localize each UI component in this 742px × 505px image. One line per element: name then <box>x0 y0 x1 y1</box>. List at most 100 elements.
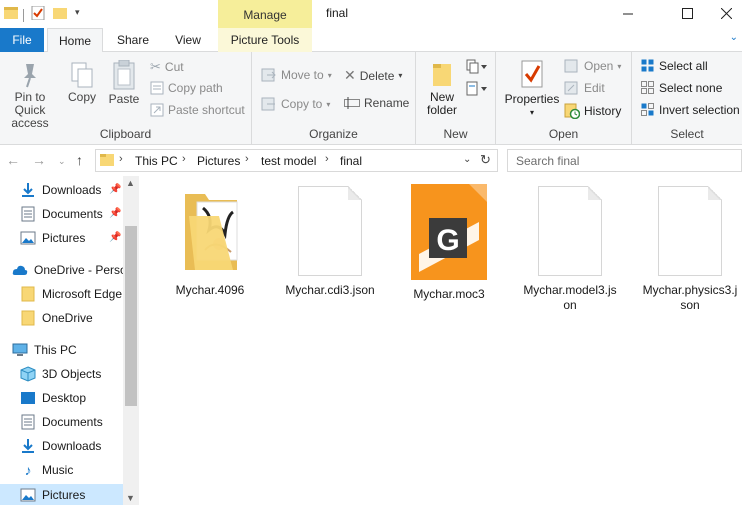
organize-group: Move to ▾ Copy to ▾ ✕ Delete ▾ Rename Or… <box>252 52 416 144</box>
pin-to-quick-access-button[interactable]: Pin to Quick access <box>0 62 60 130</box>
file-item-document[interactable]: Mychar.physics3.json <box>640 186 740 313</box>
history-button[interactable]: History <box>564 103 621 119</box>
clipboard-group: Pin to Quick access Copy Paste ✂ Cut Cop… <box>0 52 252 144</box>
sidebar-item-label: Downloads <box>42 183 102 197</box>
tab-share[interactable]: Share <box>108 28 158 52</box>
organize-group-label: Organize <box>309 127 358 141</box>
sidebar-item-this-pc[interactable]: This PC <box>12 338 77 362</box>
tab-file[interactable]: File <box>0 28 44 52</box>
close-button[interactable] <box>710 0 742 27</box>
breadcrumb-separator-icon[interactable]: › <box>119 153 123 165</box>
move-to-button[interactable]: Move to ▾ <box>261 67 332 83</box>
breadcrumb-this-pc[interactable]: This PC <box>135 154 178 168</box>
sidebar-item-onedrive-personal[interactable]: OneDrive - Perso <box>12 258 127 282</box>
sidebar-item-label: OneDrive <box>42 311 93 325</box>
paste-shortcut-label: Paste shortcut <box>168 103 245 117</box>
sidebar-item-desktop[interactable]: Desktop <box>20 386 86 410</box>
maximize-icon <box>681 8 693 19</box>
ribbon: Pin to Quick access Copy Paste ✂ Cut Cop… <box>0 52 742 145</box>
forward-arrow-icon[interactable]: → <box>32 152 46 168</box>
tab-home[interactable]: Home <box>47 28 103 53</box>
sidebar-item-label: OneDrive - Perso <box>34 263 127 277</box>
file-item-moc3[interactable]: G Mychar.moc3 <box>399 184 499 302</box>
cut-button[interactable]: ✂ Cut <box>150 59 184 75</box>
scrollbar-thumb[interactable] <box>125 226 137 406</box>
tab-picture-tools[interactable]: Picture Tools <box>218 28 312 52</box>
file-name: Mychar.cdi3.json <box>285 283 375 297</box>
folder-thumbnail-icon <box>175 186 245 276</box>
search-input[interactable]: Search final <box>507 149 742 172</box>
paste-button[interactable]: Paste <box>104 59 144 106</box>
select-group-label: Select <box>670 127 704 141</box>
properties-quick-icon[interactable] <box>31 5 45 23</box>
breadcrumb-separator-icon[interactable]: › <box>325 153 329 165</box>
edit-button[interactable]: Edit <box>564 81 605 95</box>
documents-icon <box>20 206 36 222</box>
back-arrow-icon[interactable]: ← <box>6 152 20 168</box>
rename-button[interactable]: Rename <box>344 96 409 110</box>
refresh-icon[interactable]: ↻ <box>480 152 491 168</box>
delete-button[interactable]: ✕ Delete ▾ <box>344 67 402 84</box>
copy-to-button[interactable]: Copy to ▾ <box>261 96 330 112</box>
chevron-down-icon: ▾ <box>529 108 534 117</box>
breadcrumb-test-model[interactable]: test model <box>261 154 316 168</box>
breadcrumb-final[interactable]: final <box>340 154 362 168</box>
customize-quick-access-icon[interactable]: ▾ <box>75 7 80 18</box>
separator <box>23 9 24 22</box>
breadcrumb-separator-icon[interactable]: › <box>245 153 249 165</box>
properties-icon <box>519 60 545 90</box>
easy-access-button[interactable] <box>466 81 490 100</box>
document-file-icon <box>658 186 722 276</box>
pin-label-line1: Pin to Quick <box>14 90 46 117</box>
sidebar-item-music[interactable]: ♪ Music <box>20 458 74 482</box>
sidebar-item-pictures[interactable]: Pictures <box>20 485 85 505</box>
select-none-button[interactable]: Select none <box>641 81 722 95</box>
new-folder-quick-icon[interactable] <box>53 6 67 23</box>
breadcrumb-pictures[interactable]: Pictures <box>197 154 240 168</box>
copy-path-button[interactable]: Copy path <box>150 81 223 95</box>
file-item-folder[interactable]: Mychar.4096 <box>160 186 260 298</box>
properties-button[interactable]: Properties ▾ <box>502 60 562 119</box>
sidebar-item-downloads-quick[interactable]: Downloads <box>20 178 101 202</box>
new-folder-label-line2: folder <box>426 103 458 117</box>
up-arrow-icon[interactable]: ↑ <box>76 152 83 168</box>
invert-selection-button[interactable]: Invert selection <box>641 103 740 117</box>
file-item-document[interactable]: Mychar.model3.json <box>520 186 620 313</box>
open-group: Properties ▾ Open ▾ Edit History Open <box>496 52 632 144</box>
chevron-down-icon: ▾ <box>327 70 332 80</box>
copy-button[interactable]: Copy <box>62 62 102 104</box>
open-button[interactable]: Open ▾ <box>564 59 621 73</box>
scroll-down-icon[interactable]: ▼ <box>126 493 135 503</box>
sidebar-item-pictures-quick[interactable]: Pictures <box>20 226 85 250</box>
address-bar[interactable]: › This PC › Pictures › test model › fina… <box>95 149 498 172</box>
sidebar-item-downloads[interactable]: Downloads <box>20 434 101 458</box>
file-name: Mychar.model3.json <box>523 283 617 312</box>
sidebar-item-microsoft-edge[interactable]: Microsoft Edge <box>20 282 122 306</box>
app-icon <box>4 6 18 23</box>
select-all-button[interactable]: Select all <box>641 59 708 73</box>
manage-context-tab[interactable]: Manage <box>218 0 312 28</box>
file-item-document[interactable]: Mychar.cdi3.json <box>280 186 380 298</box>
sidebar-item-documents[interactable]: Documents <box>20 410 103 434</box>
new-item-button[interactable] <box>466 59 490 78</box>
properties-label: Properties <box>504 92 560 106</box>
paste-shortcut-button[interactable]: Paste shortcut <box>150 103 245 117</box>
tab-view[interactable]: View <box>163 28 213 52</box>
new-folder-button[interactable]: New folder <box>422 62 462 117</box>
sidebar-scrollbar[interactable]: ▲ ▼ <box>123 176 139 505</box>
paste-label: Paste <box>108 92 140 106</box>
pictures-icon <box>20 487 36 503</box>
pictures-icon <box>20 230 36 246</box>
maximize-button[interactable] <box>664 0 710 27</box>
expand-ribbon-icon[interactable]: ⌄ <box>730 32 738 43</box>
scroll-up-icon[interactable]: ▲ <box>126 178 135 188</box>
copy-path-label: Copy path <box>168 81 223 95</box>
sidebar-item-documents-quick[interactable]: Documents <box>20 202 103 226</box>
minimize-button[interactable] <box>605 0 651 27</box>
breadcrumb-separator-icon[interactable]: › <box>182 153 186 165</box>
sidebar-item-3d-objects[interactable]: 3D Objects <box>20 362 101 386</box>
sidebar-item-onedrive-folder[interactable]: OneDrive <box>20 306 93 330</box>
recent-locations-chevron-icon[interactable]: ⌄ <box>58 156 66 167</box>
open-label: Open <box>584 59 614 73</box>
address-dropdown-chevron-icon[interactable]: ⌄ <box>463 154 471 165</box>
